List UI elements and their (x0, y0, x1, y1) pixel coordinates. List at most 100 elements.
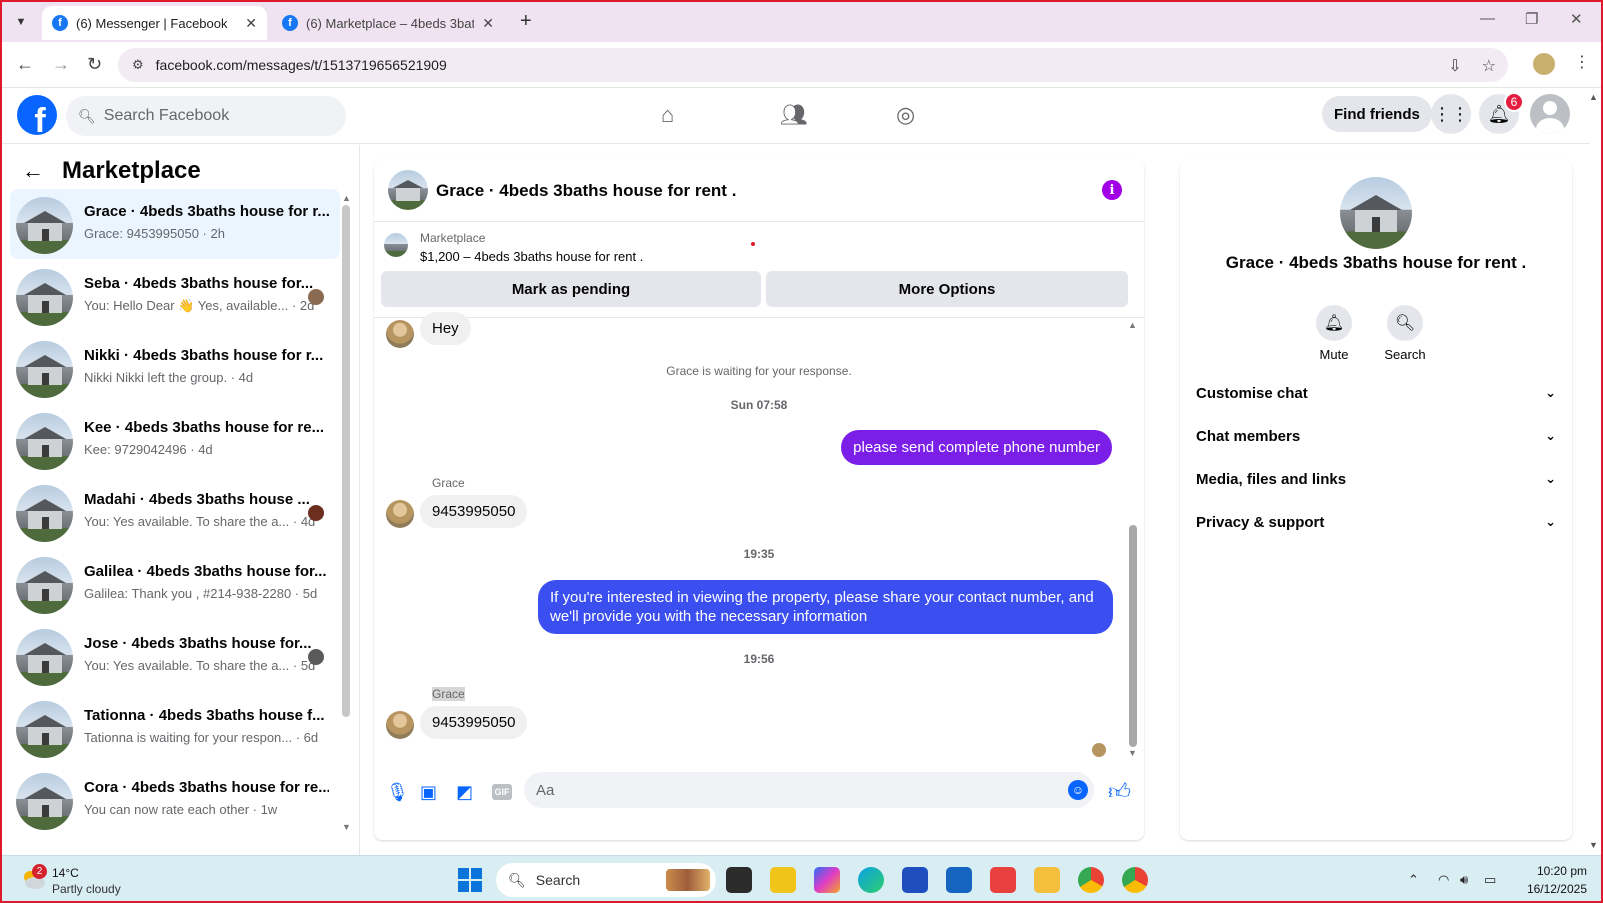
customise-chat-row[interactable]: Customise chat ⌄ (1196, 375, 1556, 411)
message-incoming[interactable]: 9453995050 (420, 706, 528, 739)
chat-scrollbar[interactable] (1129, 525, 1137, 747)
more-options-button[interactable]: More Options (766, 271, 1128, 307)
browser-profile-avatar[interactable] (1533, 53, 1555, 75)
wifi-icon[interactable]: ◠ (1438, 872, 1449, 888)
groups-icon[interactable]: ◎ (896, 102, 915, 128)
conversation-item[interactable]: Nikki · 4beds 3baths house for r... Nikk… (10, 333, 340, 403)
conversation-name: Madahi · 4beds 3baths house ... (84, 491, 310, 508)
reload-icon[interactable]: ↻ (87, 54, 102, 75)
find-friends-button[interactable]: Find friends (1322, 96, 1432, 132)
forward-icon[interactable]: → (52, 54, 70, 75)
menu-grid-icon[interactable]: ⋮⋮ (1431, 94, 1471, 134)
conversation-item[interactable]: Jose · 4beds 3baths house for... You: Ye… (10, 621, 340, 691)
thumbs-up-icon[interactable]: 👍︎ (1108, 778, 1131, 805)
grace-avatar[interactable] (386, 500, 414, 528)
mark-as-pending-button[interactable]: Mark as pending (381, 271, 761, 307)
gif-icon[interactable]: GIF (492, 784, 512, 800)
install-app-icon[interactable]: ⇩ (1448, 56, 1461, 76)
windows-start-icon[interactable] (458, 868, 482, 892)
message-incoming[interactable]: Hey (420, 312, 471, 345)
clock-time: 10:20 pm (1536, 864, 1587, 878)
scroll-down-icon[interactable]: ▼ (342, 822, 351, 832)
tab-marketplace[interactable]: f (6) Marketplace – 4beds 3baths ✕ (272, 6, 504, 40)
tab-close-icon[interactable]: ✕ (245, 15, 257, 32)
conversation-snippet: Tationna is waiting for your respon... ·… (84, 730, 319, 745)
snipping-tool-icon[interactable] (990, 867, 1016, 893)
conversation-avatar[interactable] (1340, 177, 1412, 249)
privacy-support-row[interactable]: Privacy & support ⌄ (1196, 504, 1556, 540)
back-arrow-icon[interactable]: ← (22, 158, 44, 184)
photo-icon[interactable]: ▣ (420, 782, 437, 803)
conversation-item[interactable]: Galilea · 4beds 3baths house for... Gali… (10, 549, 340, 619)
minimize-icon[interactable]: — (1480, 10, 1495, 27)
tab-messenger[interactable]: f (6) Messenger | Facebook ✕ (42, 6, 267, 40)
grace-avatar[interactable] (386, 320, 414, 348)
copilot-icon[interactable] (814, 867, 840, 893)
sticker-icon[interactable]: ◩ (456, 782, 473, 803)
media-files-links-row[interactable]: Media, files and links ⌄ (1196, 461, 1556, 497)
facebook-logo-icon[interactable]: f (17, 95, 57, 135)
home-icon[interactable]: ⌂ (661, 102, 674, 128)
sticky-notes-icon[interactable] (770, 867, 796, 893)
show-hidden-icons[interactable]: ⌃ (1408, 872, 1419, 888)
conversation-item[interactable]: Tationna · 4beds 3baths house f... Tatio… (10, 693, 340, 763)
message-incoming[interactable]: 9453995050 (420, 495, 528, 528)
search-button[interactable]: 🔍︎ Search (1370, 305, 1440, 362)
sidebar-header: ← Marketplace (22, 157, 201, 185)
chat-avatar[interactable] (388, 170, 428, 210)
chat-members-row[interactable]: Chat members ⌄ (1196, 418, 1556, 454)
facebook-header: f 🔍︎ Search Facebook ⌂ 👥︎ ◎ Find friends… (0, 88, 1590, 144)
battery-icon[interactable]: ▭ (1484, 872, 1496, 888)
listing-title[interactable]: $1,200 – 4beds 3baths house for rent . (420, 249, 643, 264)
chat-title[interactable]: Grace · 4beds 3baths house for rent . (436, 181, 736, 201)
microphone-icon[interactable]: 🎙︎ (386, 782, 409, 803)
friends-icon[interactable]: 👥︎ (780, 102, 808, 128)
tab-close-icon[interactable]: ✕ (482, 15, 494, 32)
outlook-icon[interactable] (946, 867, 972, 893)
chrome-icon[interactable] (1078, 867, 1104, 893)
page-scroll-up-icon[interactable]: ▲ (1589, 92, 1598, 102)
chrome-profile-icon[interactable] (1122, 867, 1148, 893)
browser-menu-icon[interactable]: ⋮ (1574, 52, 1590, 72)
taskbar-search[interactable]: 🔍︎ Search (496, 863, 716, 897)
scroll-down-icon[interactable]: ▼ (1128, 748, 1137, 758)
conversation-item[interactable]: Cora · 4beds 3baths house for re... You … (10, 765, 340, 835)
mute-button[interactable]: 🔔︎ Mute (1299, 305, 1369, 362)
task-view-icon[interactable] (726, 867, 752, 893)
close-window-icon[interactable]: ✕ (1570, 10, 1583, 28)
sidebar-scrollbar[interactable] (342, 205, 350, 717)
chevron-down-icon: ⌄ (1545, 428, 1556, 443)
conversation-item[interactable]: Grace · 4beds 3baths house for r... Grac… (10, 189, 340, 259)
info-icon[interactable]: i (1102, 180, 1122, 200)
conversation-item[interactable]: Madahi · 4beds 3baths house ... You: Yes… (10, 477, 340, 547)
edge-icon[interactable] (858, 867, 884, 893)
bookmark-star-icon[interactable]: ☆ (1482, 56, 1496, 76)
grace-avatar[interactable] (386, 711, 414, 739)
file-explorer-icon[interactable] (1034, 867, 1060, 893)
listing-thumbnail[interactable] (384, 233, 408, 257)
scroll-up-icon[interactable]: ▲ (342, 193, 351, 203)
site-info-icon[interactable]: ⚙ (132, 57, 144, 73)
message-outgoing[interactable]: please send complete phone number (841, 430, 1112, 465)
system-clock[interactable]: 10:20 pm 16/12/2025 (1502, 862, 1587, 898)
emoji-icon[interactable]: ☺ (1068, 780, 1088, 800)
restore-icon[interactable]: ❐ (1525, 10, 1538, 28)
message-outgoing[interactable]: If you're interested in viewing the prop… (538, 580, 1113, 634)
conversation-name: Tationna · 4beds 3baths house f... (84, 707, 325, 724)
conversation-snippet: You: Yes available. To share the a... · … (84, 514, 316, 529)
store-icon[interactable] (902, 867, 928, 893)
account-avatar[interactable] (1530, 94, 1570, 134)
facebook-search-input[interactable]: 🔍︎ Search Facebook (66, 96, 346, 136)
conversation-info-panel: Grace · 4beds 3baths house for rent . 🔔︎… (1180, 160, 1572, 840)
conversation-item[interactable]: Seba · 4beds 3baths house for... You: He… (10, 261, 340, 331)
tab-search-icon[interactable]: ▼ (8, 9, 34, 35)
page-scroll-down-icon[interactable]: ▼ (1589, 840, 1598, 850)
scroll-up-icon[interactable]: ▲ (1128, 320, 1137, 330)
conversation-item[interactable]: Kee · 4beds 3baths house for re... Kee: … (10, 405, 340, 475)
address-bar[interactable]: ⚙ facebook.com/messages/t/15137196565219… (118, 48, 1508, 82)
timestamp: 19:35 (743, 547, 775, 561)
volume-icon[interactable]: 🔊︎ (1460, 872, 1468, 888)
message-input[interactable]: Aa (524, 772, 1094, 808)
new-tab-icon[interactable]: + (520, 10, 532, 33)
back-icon[interactable]: ← (16, 54, 34, 75)
